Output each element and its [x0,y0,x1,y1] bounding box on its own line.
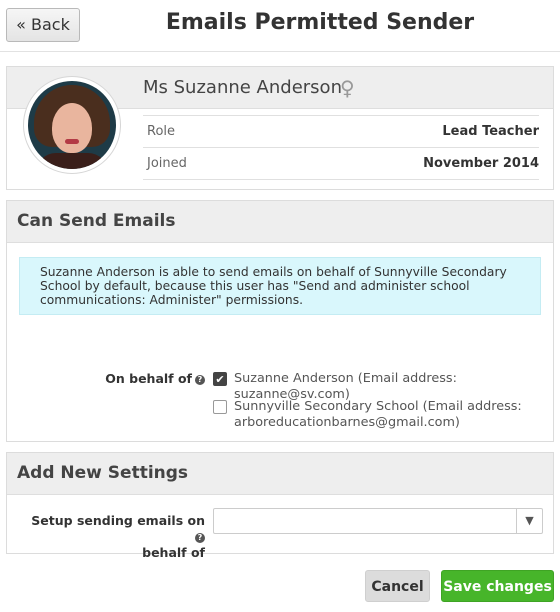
can-send-heading: Can Send Emails [7,201,553,243]
page-title: Emails Permitted Sender [165,10,475,35]
profile-panel: Ms Suzanne Anderson ♀ Role Lead Teacher … [6,66,554,190]
chevron-down-icon[interactable]: ▼ [516,509,542,533]
joined-value: November 2014 [423,156,539,171]
checkbox-school[interactable] [213,400,227,414]
avatar-lips [65,139,79,144]
cancel-button[interactable]: Cancel [365,570,430,602]
help-icon[interactable]: ? [195,375,205,385]
role-label: Role [147,124,176,139]
add-new-heading: Add New Settings [7,453,553,495]
avatar-body [36,153,108,169]
joined-label: Joined [147,156,187,171]
setup-sending-label-line1: Setup sending emails on? [31,513,205,543]
save-changes-button[interactable]: Save changes [441,570,554,602]
help-icon[interactable]: ? [195,533,205,543]
checkbox-school-label-line1: Sunnyville Secondary School (Email addre… [234,399,522,414]
avatar-face [52,103,92,153]
avatar-photo [28,81,116,169]
setup-sending-label-line2: behalf of [142,545,205,560]
role-value: Lead Teacher [442,124,539,139]
checkbox-school-label-line2: arboreducationbarnes@gmail.com) [234,415,460,430]
behalf-of-select[interactable]: ▼ [213,508,543,534]
setup-sending-label: Setup sending emails on? behalf of [27,513,205,561]
on-behalf-label: On behalf of? [77,371,205,386]
can-send-emails-panel: Can Send Emails Suzanne Anderson is able… [6,200,554,442]
female-icon: ♀ [340,76,355,100]
info-notice: Suzanne Anderson is able to send emails … [19,257,541,315]
checkbox-school-label[interactable]: Sunnyville Secondary School (Email addre… [234,399,522,431]
info-row-role: Role Lead Teacher [143,115,539,147]
add-new-settings-panel: Add New Settings Setup sending emails on… [6,452,554,560]
checkbox-suzanne[interactable]: ✔ [213,372,227,386]
avatar [23,76,121,174]
top-bar: « Back Emails Permitted Sender [0,0,560,52]
back-button[interactable]: « Back [6,8,80,42]
info-row-joined: Joined November 2014 [143,147,539,180]
profile-name: Ms Suzanne Anderson [143,77,342,98]
on-behalf-label-text: On behalf of [105,371,192,386]
